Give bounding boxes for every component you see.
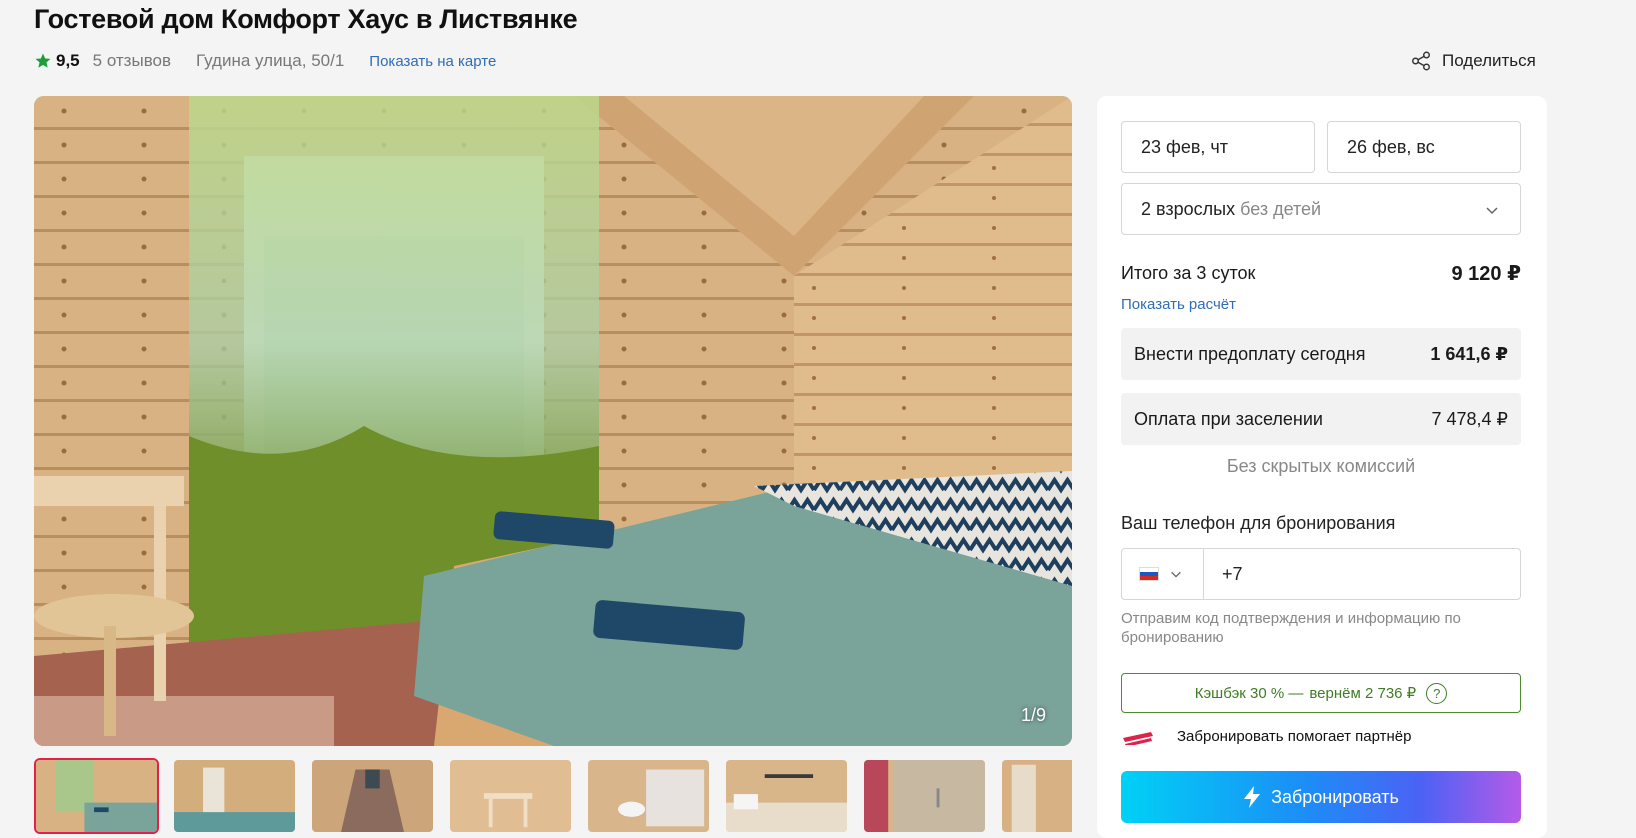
phone-label: Ваш телефон для бронирования (1121, 513, 1396, 533)
thumbnail-bathroom-image (588, 760, 709, 832)
chevron-down-icon (1171, 571, 1181, 578)
total-row: Итого за 3 суток 9 120 ₽ (1121, 261, 1521, 286)
total-label: Итого за 3 суток (1121, 263, 1256, 283)
show-on-map-link[interactable]: Показать на карте (369, 53, 496, 70)
country-code-select[interactable] (1122, 549, 1204, 599)
bedroom-photo-image (34, 96, 1072, 746)
cashback-return: вернём 2 736 ₽ (1309, 685, 1417, 702)
lightning-icon (1244, 786, 1261, 808)
checkin-date-value: 23 фев, чт (1141, 136, 1229, 157)
onsite-label: Оплата при заселении (1134, 408, 1323, 429)
share-icon (1412, 51, 1430, 71)
thumbnail-door-image (1002, 760, 1072, 832)
cashback-text: Кэшбэк 30 % — (1194, 684, 1304, 702)
thumbnail-table-corner[interactable] (448, 758, 573, 834)
rating-value: 9,5 (56, 51, 80, 70)
main-photo[interactable]: 1/9 (34, 96, 1072, 746)
thumbnail-door[interactable] (1000, 758, 1072, 834)
reviews-count[interactable]: 5 отзывов (93, 51, 171, 71)
thumbnail-room-with-door-image (174, 760, 295, 832)
onsite-payment-row: Оплата при заселении 7 478,4 ₽ (1121, 393, 1521, 445)
page-title: Гостевой дом Комфорт Хаус в Листвянке (34, 4, 578, 34)
help-icon[interactable]: ? (1426, 682, 1448, 704)
prepay-row: Внести предоплату сегодня 1 641,6 ₽ (1121, 328, 1521, 380)
thumbnail-bathroom[interactable] (586, 758, 711, 834)
checkin-date-field[interactable]: 23 фев, чт (1121, 121, 1315, 173)
photo-counter: 1/9 (1020, 705, 1046, 725)
address-text: Гудина улица, 50/1 (196, 51, 345, 70)
book-button-label: Забронировать (1271, 786, 1399, 807)
guests-select[interactable]: 2 взрослых без детей (1121, 183, 1521, 235)
total-value: 9 120 ₽ (1451, 263, 1521, 285)
guests-adults: 2 взрослых (1141, 198, 1236, 219)
thumbnail-strip (34, 758, 1072, 838)
listing-page: Гостевой дом Комфорт Хаус в Листвянке 9,… (0, 0, 1636, 838)
thumbnail-kitchenette[interactable] (724, 758, 849, 834)
thumbnail-shower-image (864, 760, 985, 832)
partner-text: Забронировать помогает партнёр (1177, 728, 1412, 745)
thumbnail-bedroom-image (36, 760, 157, 832)
booking-panel: 23 фев, чт 26 фев, вс 2 взрослых без дет… (1097, 96, 1547, 838)
onsite-value: 7 478,4 ₽ (1431, 408, 1508, 429)
thumbnail-table-corner-image (450, 760, 571, 832)
checkout-date-value: 26 фев, вс (1347, 136, 1435, 157)
phone-field (1121, 548, 1521, 600)
guests-children: без детей (1240, 198, 1322, 219)
thumbnail-corridor-image (312, 760, 433, 832)
share-button[interactable]: Поделиться (1410, 48, 1536, 74)
phone-input[interactable] (1204, 549, 1520, 599)
book-button[interactable]: Забронировать (1121, 771, 1521, 823)
show-calculation-link[interactable]: Показать расчёт (1121, 296, 1236, 313)
share-label: Поделиться (1442, 51, 1536, 70)
thumbnail-bedroom[interactable] (34, 758, 159, 834)
chevron-down-icon (1486, 207, 1498, 215)
star-icon (35, 53, 51, 68)
prepay-value: 1 641,6 ₽ (1430, 343, 1508, 364)
partner-notice: Забронировать помогает партнёр (1121, 728, 1521, 745)
prepay-label: Внести предоплату сегодня (1134, 343, 1366, 364)
thumbnail-corridor[interactable] (310, 758, 435, 834)
checkout-date-field[interactable]: 26 фев, вс (1327, 121, 1521, 173)
russia-flag-icon (1139, 567, 1159, 581)
thumbnail-kitchenette-image (726, 760, 847, 832)
no-hidden-fees-text: Без скрытых комиссий (1226, 456, 1416, 476)
partner-logo-icon (1123, 732, 1153, 745)
cashback-badge: Кэшбэк 30 % — вернём 2 736 ₽ ? (1121, 673, 1521, 713)
listing-meta: 9,5 5 отзывов Гудина улица, 50/1 Показат… (34, 48, 496, 74)
thumbnail-shower[interactable] (862, 758, 987, 834)
phone-note: Отправим код подтверждения и информацию … (1121, 610, 1461, 646)
thumbnail-room-with-door[interactable] (172, 758, 297, 834)
